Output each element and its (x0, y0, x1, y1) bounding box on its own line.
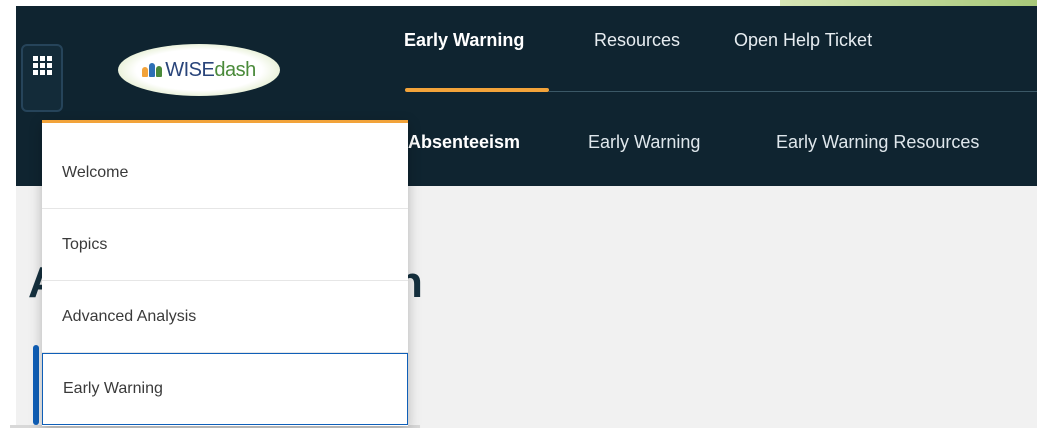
menu-item-welcome[interactable]: Welcome (42, 137, 408, 209)
nav-tab-early-warning[interactable]: Early Warning (404, 30, 524, 51)
menu-item-label: Advanced Analysis (62, 307, 197, 325)
menu-item-label: Topics (62, 235, 108, 253)
menu-item-label: Early Warning (63, 380, 163, 397)
app-switcher-menu: Welcome Topics Advanced Analysis Early W… (42, 120, 408, 426)
subnav-tab-absenteeism[interactable]: Absenteeism (408, 132, 520, 153)
logo-text: WISEdash (165, 58, 256, 81)
menu-item-label: Welcome (62, 163, 129, 181)
menu-item-topics[interactable]: Topics (42, 209, 408, 281)
subnav-tab-early-warning[interactable]: Early Warning (588, 132, 700, 153)
wisedash-logo[interactable]: WISEdash (118, 44, 280, 96)
selection-accent-bar (33, 345, 39, 425)
grid-icon (33, 56, 53, 76)
active-tab-indicator (405, 88, 549, 92)
logo-people-icon (142, 63, 163, 77)
nav-divider (549, 91, 1037, 92)
menu-item-early-warning[interactable]: Early Warning (42, 353, 408, 425)
menu-item-advanced-analysis[interactable]: Advanced Analysis (42, 281, 408, 353)
nav-tab-resources[interactable]: Resources (594, 30, 680, 51)
subnav-tab-early-warning-resources[interactable]: Early Warning Resources (776, 132, 979, 153)
nav-tab-open-help-ticket[interactable]: Open Help Ticket (734, 30, 872, 51)
app-window: WISEdash Early Warning Resources Open He… (0, 0, 1037, 428)
app-launcher-button[interactable] (21, 44, 63, 112)
